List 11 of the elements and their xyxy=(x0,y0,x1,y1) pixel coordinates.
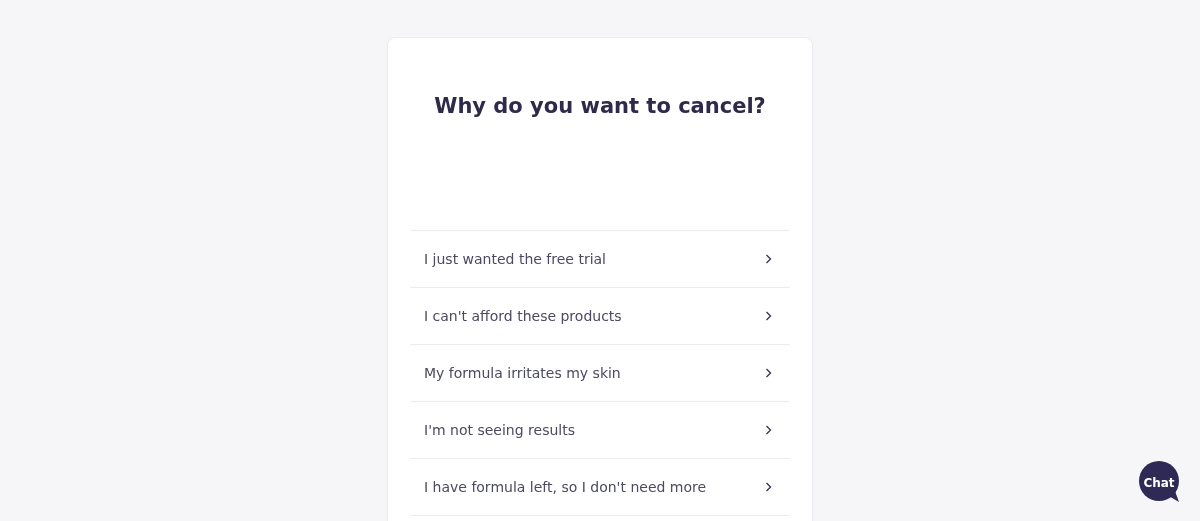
reason-option[interactable]: I can't afford these products xyxy=(410,288,790,345)
reason-option[interactable]: I'm not seeing results xyxy=(410,402,790,459)
page-title: Why do you want to cancel? xyxy=(433,94,767,118)
chevron-right-icon xyxy=(765,254,772,264)
chevron-right-icon xyxy=(765,368,772,378)
chevron-right-icon xyxy=(765,482,772,492)
reason-option[interactable]: I have formula left, so I don't need more xyxy=(410,459,790,516)
reason-option[interactable]: I just wanted the free trial xyxy=(410,231,790,288)
chevron-right-icon xyxy=(765,311,772,321)
chevron-right-icon xyxy=(765,425,772,435)
reason-option[interactable]: My formula irritates my skin xyxy=(410,345,790,402)
